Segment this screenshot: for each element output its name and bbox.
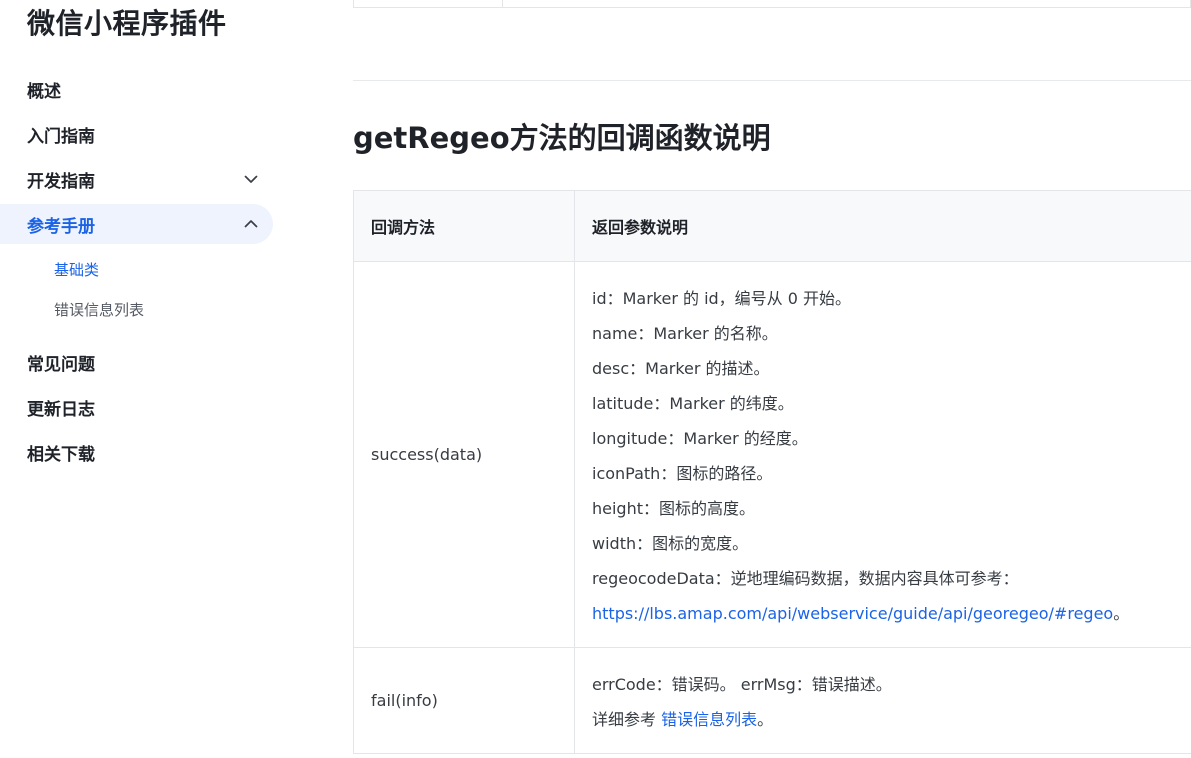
- sidebar-item-label: 相关下载: [27, 444, 95, 465]
- param-line: errCode：错误码。 errMsg：错误描述。: [592, 674, 892, 694]
- sidebar-item-label: 入门指南: [27, 126, 95, 147]
- param-line: desc：Marker 的描述。: [592, 358, 770, 378]
- table-header-row: 回调方法 返回参数说明: [353, 190, 1191, 262]
- sidebar-item-overview[interactable]: 概述: [0, 69, 273, 109]
- regeo-doc-link[interactable]: https://lbs.amap.com/api/webservice/guid…: [592, 604, 1113, 623]
- sidebar-item-getting-started[interactable]: 入门指南: [0, 114, 273, 154]
- table-divider: [502, 0, 503, 8]
- sidebar-item-reference[interactable]: 参考手册: [0, 204, 273, 244]
- method-cell: success(data): [353, 261, 575, 648]
- sidebar-item-downloads[interactable]: 相关下载: [0, 432, 273, 472]
- param-line: id：Marker 的 id，编号从 0 开始。: [592, 288, 852, 308]
- sidebar-subitem-error-list[interactable]: 错误信息列表: [54, 295, 144, 325]
- param-line: iconPath：图标的路径。: [592, 463, 773, 483]
- params-cell: errCode：错误码。 errMsg：错误描述。 详细参考 错误信息列表。: [574, 647, 1191, 754]
- table-row: fail(info) errCode：错误码。 errMsg：错误描述。 详细参…: [353, 647, 1191, 754]
- sidebar-item-label: 开发指南: [27, 171, 95, 192]
- error-list-link[interactable]: 错误信息列表: [661, 710, 757, 729]
- section-divider: [353, 80, 1191, 81]
- sidebar-item-dev-guide[interactable]: 开发指南: [0, 159, 273, 199]
- link-suffix: 。: [757, 709, 774, 729]
- sidebar-item-faq[interactable]: 常见问题: [0, 342, 273, 382]
- params-cell: id：Marker 的 id，编号从 0 开始。 name：Marker 的名称…: [574, 261, 1191, 648]
- sidebar-item-label: 参考手册: [27, 216, 95, 237]
- table-row: success(data) id：Marker 的 id，编号从 0 开始。 n…: [353, 261, 1191, 648]
- param-line: height：图标的高度。: [592, 498, 756, 518]
- param-line: name：Marker 的名称。: [592, 323, 778, 343]
- link-prefix: 详细参考: [592, 709, 662, 729]
- site-title: 微信小程序插件: [27, 7, 227, 40]
- sidebar-item-label: 常见问题: [27, 354, 95, 375]
- sidebar: 微信小程序插件 概述 入门指南 开发指南 参考手册 基础类 错误信息列表 常见问…: [0, 0, 300, 758]
- page: 微信小程序插件 概述 入门指南 开发指南 参考手册 基础类 错误信息列表 常见问…: [0, 0, 1191, 758]
- chevron-up-icon: [244, 220, 258, 228]
- column-header-method: 回调方法: [353, 190, 575, 262]
- param-line-link: 详细参考 错误信息列表。: [592, 702, 1191, 737]
- previous-table-bottom: [353, 0, 1191, 8]
- sidebar-subitem-basic-classes[interactable]: 基础类: [54, 255, 99, 285]
- param-line-link: https://lbs.amap.com/api/webservice/guid…: [592, 596, 1191, 631]
- sidebar-item-changelog[interactable]: 更新日志: [0, 387, 273, 427]
- link-suffix: 。: [1113, 603, 1130, 623]
- callback-table: 回调方法 返回参数说明 success(data) id：Marker 的 id…: [353, 190, 1191, 754]
- sidebar-item-label: 更新日志: [27, 399, 95, 420]
- column-header-params: 返回参数说明: [574, 190, 1191, 262]
- param-line: regeocodeData：逆地理编码数据，数据内容具体可参考：: [592, 568, 1019, 588]
- section-title: getRegeo方法的回调函数说明: [353, 121, 771, 155]
- chevron-down-icon: [244, 175, 258, 183]
- sidebar-item-label: 概述: [27, 81, 61, 102]
- param-line: latitude：Marker 的纬度。: [592, 393, 794, 413]
- main-content: getRegeo方法的回调函数说明 回调方法 返回参数说明 success(da…: [353, 0, 1191, 758]
- param-line: longitude：Marker 的经度。: [592, 428, 808, 448]
- method-cell: fail(info): [353, 647, 575, 754]
- param-line: width：图标的宽度。: [592, 533, 749, 553]
